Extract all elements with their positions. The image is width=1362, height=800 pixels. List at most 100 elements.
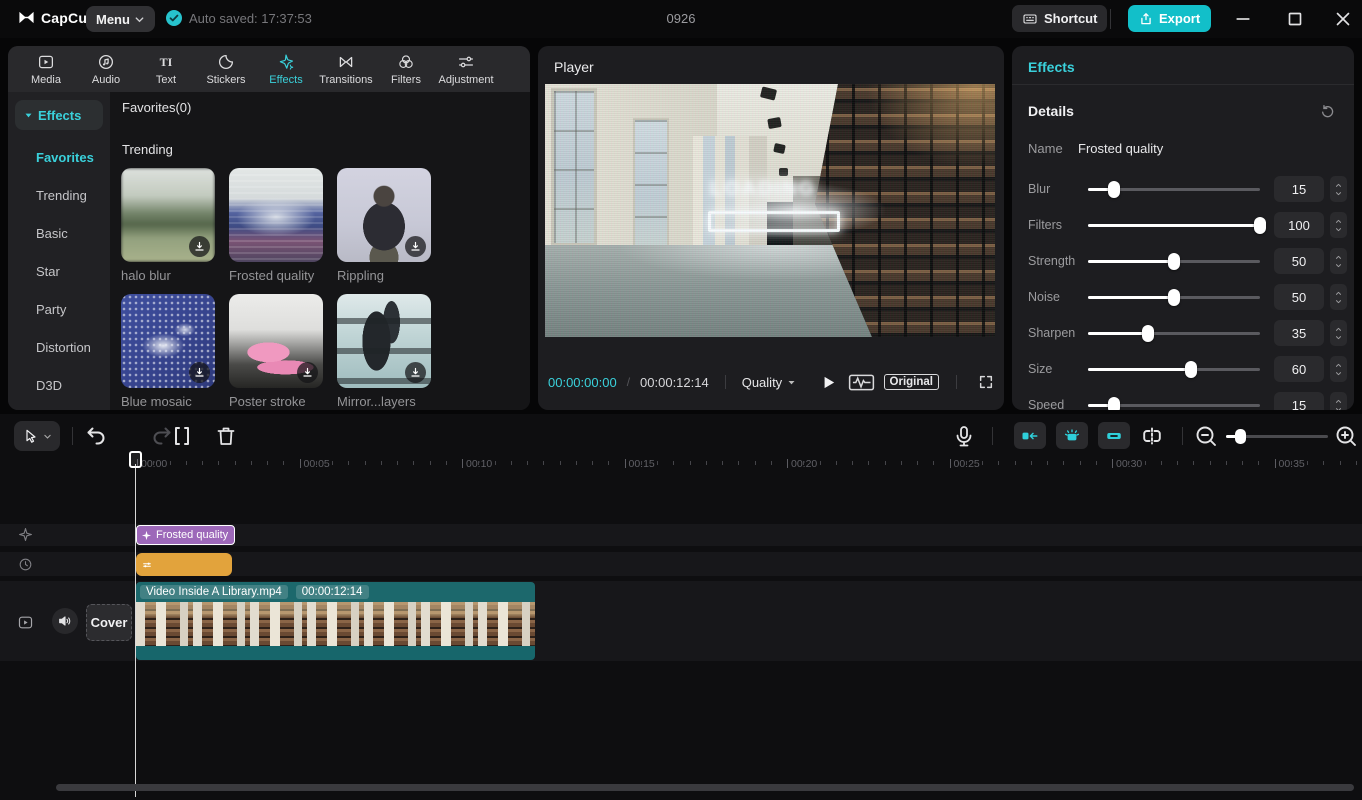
slider-handle[interactable]	[1142, 325, 1154, 342]
maximize-button[interactable]	[1284, 8, 1306, 30]
sharpen-value-input[interactable]: 35	[1274, 320, 1324, 346]
sidebar-item-distortion[interactable]: Distortion	[8, 328, 110, 366]
ruler-major-tick	[787, 459, 788, 468]
original-ratio-button[interactable]: Original	[884, 374, 939, 390]
playhead[interactable]	[129, 451, 142, 791]
tab-transitions[interactable]: Transitions	[316, 46, 376, 92]
strength-stepper[interactable]	[1330, 248, 1347, 274]
strength-slider[interactable]	[1088, 260, 1260, 263]
sidebar-item-basic[interactable]: Basic	[8, 214, 110, 252]
reset-icon[interactable]	[1319, 103, 1336, 120]
select-tool-button[interactable]	[14, 421, 60, 451]
sharpen-slider[interactable]	[1088, 332, 1260, 335]
sidebar-item-d3d[interactable]: D3D	[8, 366, 110, 404]
menu-button[interactable]: Menu	[86, 6, 155, 32]
redo-button[interactable]	[126, 424, 150, 448]
filters-value-input[interactable]: 100	[1274, 212, 1324, 238]
render-quality-icon[interactable]	[848, 373, 875, 392]
ruler-minor-tick	[592, 461, 593, 465]
main-track-magnet-toggle[interactable]	[1056, 422, 1088, 449]
quality-dropdown[interactable]: Quality	[742, 375, 796, 390]
size-stepper[interactable]	[1330, 356, 1347, 382]
sidebar-item-trending[interactable]: Trending	[8, 176, 110, 214]
strength-value-input[interactable]: 50	[1274, 248, 1324, 274]
audio-icon	[97, 53, 115, 71]
noise-slider[interactable]	[1088, 296, 1260, 299]
stepper-up-icon	[1334, 218, 1343, 225]
effect-thumbnail[interactable]	[121, 294, 215, 388]
zoom-slider-handle[interactable]	[1235, 429, 1246, 444]
slider-handle[interactable]	[1168, 289, 1180, 306]
tab-audio[interactable]: Audio	[76, 46, 136, 92]
speed-value-input[interactable]: 15	[1274, 392, 1324, 410]
speed-stepper[interactable]	[1330, 392, 1347, 410]
noise-stepper[interactable]	[1330, 284, 1347, 310]
slider-handle[interactable]	[1108, 397, 1120, 411]
cover-button[interactable]: Cover	[86, 604, 132, 641]
slider-handle[interactable]	[1254, 217, 1266, 234]
adjustment-clip[interactable]	[136, 553, 232, 576]
stepper-up-icon	[1334, 254, 1343, 261]
speed-slider[interactable]	[1088, 404, 1260, 407]
effect-thumbnail[interactable]	[121, 168, 215, 262]
video-track-icon	[17, 614, 34, 631]
close-button[interactable]	[1332, 8, 1354, 30]
zoom-out-button[interactable]	[1194, 424, 1218, 448]
effect-thumbnail[interactable]	[337, 294, 431, 388]
preview-axis-button[interactable]	[1140, 424, 1164, 448]
blur-stepper[interactable]	[1330, 176, 1347, 202]
video-preview[interactable]: LOADING	[545, 84, 995, 337]
sidebar-root-effects[interactable]: Effects	[15, 100, 103, 130]
blur-value-input[interactable]: 15	[1274, 176, 1324, 202]
blur-slider[interactable]	[1088, 188, 1260, 191]
record-voiceover-button[interactable]	[952, 424, 976, 448]
effect-thumbnail[interactable]	[337, 168, 431, 262]
timeline-ruler[interactable]: 00:0000:0500:1000:1500:2000:2500:3000:35	[0, 456, 1362, 474]
filters-slider[interactable]	[1088, 224, 1260, 227]
effect-clip-frosted-quality[interactable]: Frosted quality	[136, 525, 235, 545]
effect-thumbnail[interactable]	[229, 294, 323, 388]
fullscreen-icon[interactable]	[978, 374, 994, 390]
sidebar-item-party[interactable]: Party	[8, 290, 110, 328]
adjustment-icon	[457, 53, 475, 71]
sidebar-item-favorites[interactable]: Favorites	[8, 138, 110, 176]
topbar-divider	[1110, 9, 1111, 29]
tab-label: Effects	[269, 74, 302, 86]
snap-icon	[1021, 427, 1039, 445]
zoom-in-button[interactable]	[1334, 424, 1358, 448]
ruler-minor-tick	[1080, 461, 1081, 465]
sidebar-item-star[interactable]: Star	[8, 252, 110, 290]
video-clip-header: Video Inside A Library.mp4 00:00:12:14	[136, 582, 535, 602]
tab-filters[interactable]: Filters	[376, 46, 436, 92]
noise-value-input[interactable]: 50	[1274, 284, 1324, 310]
timeline-horizontal-scrollbar[interactable]	[56, 784, 1354, 791]
mute-track-button[interactable]	[52, 608, 78, 634]
shortcut-button[interactable]: Shortcut	[1012, 5, 1107, 32]
tab-stickers[interactable]: Stickers	[196, 46, 256, 92]
export-button[interactable]: Export	[1128, 5, 1211, 32]
tab-effects[interactable]: Effects	[256, 46, 316, 92]
tab-text[interactable]: TIText	[136, 46, 196, 92]
undo-button[interactable]	[84, 424, 108, 448]
slider-fill	[1088, 260, 1174, 263]
slider-handle[interactable]	[1108, 181, 1120, 198]
split-button[interactable]	[170, 424, 194, 448]
snap-toggle[interactable]	[1014, 422, 1046, 449]
filters-stepper[interactable]	[1330, 212, 1347, 238]
timeline-zoom-slider[interactable]	[1226, 435, 1328, 438]
tab-media[interactable]: Media	[16, 46, 76, 92]
sidebar-item-label: Distortion	[36, 340, 91, 355]
effect-thumbnail[interactable]	[229, 168, 323, 262]
size-value-input[interactable]: 60	[1274, 356, 1324, 382]
tab-adjustment[interactable]: Adjustment	[436, 46, 496, 92]
minimize-button[interactable]	[1232, 8, 1254, 30]
size-slider[interactable]	[1088, 368, 1260, 371]
video-clip[interactable]: Video Inside A Library.mp4 00:00:12:14	[136, 582, 535, 660]
slider-handle[interactable]	[1185, 361, 1197, 378]
delete-button[interactable]	[214, 424, 238, 448]
sharpen-stepper[interactable]	[1330, 320, 1347, 346]
play-button[interactable]	[820, 374, 837, 391]
effect-name: halo blur	[121, 268, 215, 283]
auto-link-toggle[interactable]	[1098, 422, 1130, 449]
slider-handle[interactable]	[1168, 253, 1180, 270]
